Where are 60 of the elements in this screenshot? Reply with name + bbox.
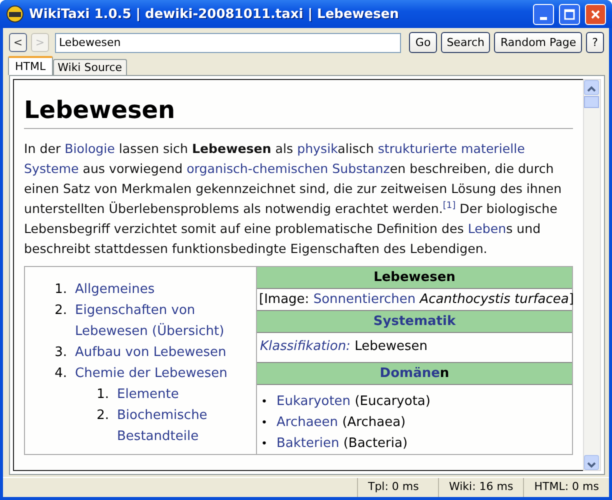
article-paragraph: In der Biologie lassen sich Lebewesen als physikalisch strukturierte materielle Systeme aus vorwiegend organisch-chemischen Substanzen beschreiben, die durch einen Satz von Merkmalen gekennzeichnet sind, die zur zeitweisen Lösung des ihnen unterstellten Überlebensproblems als notwendig erachtet werden.$^{[1]}$ Der biologische Lebensbegriff verzichtet somit auf eine problematische Definition des Lebens und beschreibt stattdessen funktionsbedingte Eigenschaften des Lebendigen.	[24, 140, 563, 258]
list-item: Eukaryoten (Eucaryota)	[276, 393, 430, 411]
toc-link[interactable]: Chemie der Lebewesen	[75, 363, 228, 384]
toc-link[interactable]: Eigenschaften von Lebewesen (Übersicht)	[75, 300, 256, 342]
bullet: •	[261, 436, 268, 452]
taxon-link[interactable]: Archaeen	[276, 415, 338, 430]
link[interactable]: Systeme	[24, 161, 79, 176]
window-title: WikiTaxi 1.0.5 | dewiki-20081011.taxi | Lebewesen	[29, 6, 400, 22]
back-button[interactable]: <	[9, 33, 27, 52]
infobox-title: Lebewesen	[257, 267, 572, 289]
link[interactable]: Substanz	[332, 161, 390, 176]
section-link[interactable]: Systematik	[373, 314, 456, 329]
app-logo-icon	[6, 5, 24, 23]
toc-number: 2.	[96, 407, 109, 425]
field-label[interactable]: Klassifikation:	[260, 339, 350, 354]
link[interactable]: Biologie	[64, 141, 115, 156]
section-title-suffix: n	[440, 366, 450, 381]
address-field[interactable]: Lebewesen	[55, 32, 402, 52]
toc-number: 4.	[54, 365, 67, 383]
link[interactable]: Leben	[468, 221, 506, 236]
list-item: Archaeen (Archaea)	[276, 414, 406, 432]
toc-link[interactable]: Biochemische Bestandteile	[117, 405, 256, 447]
section-link[interactable]: Domäne	[380, 366, 440, 381]
go-button[interactable]: Go	[409, 32, 437, 53]
status-text: HTML: 0 ms	[523, 478, 609, 497]
footnote-link[interactable]: [1]	[442, 200, 456, 211]
taxon-link[interactable]: Bakterien	[276, 436, 340, 451]
toc-number: 3.	[54, 344, 67, 362]
image-link[interactable]: Sonnentierchen	[313, 292, 416, 307]
status-text: Tpl: 0 ms	[356, 478, 438, 497]
toc-number: 1.	[54, 281, 67, 299]
toc-link[interactable]: Elemente	[117, 384, 179, 405]
link[interactable]: materielle	[461, 141, 525, 156]
tab[interactable]: HTML	[8, 56, 53, 75]
close-icon	[590, 8, 601, 20]
field-value: Lebewesen	[354, 339, 428, 354]
link[interactable]: organisch-chemischen	[186, 161, 328, 176]
toc-link[interactable]: Allgemeines	[75, 279, 155, 300]
list-item: Bakterien (Bacteria)	[276, 435, 408, 453]
tab[interactable]: Wiki Source	[52, 59, 128, 75]
maximize-icon	[564, 8, 575, 20]
search-button[interactable]: Search	[440, 32, 490, 53]
taxon-link[interactable]: Eukaryoten	[276, 394, 351, 409]
link[interactable]: physik	[297, 141, 338, 156]
toc-link[interactable]: Aufbau von Lebewesen	[75, 342, 226, 363]
scrollbar[interactable]	[583, 79, 601, 471]
help-button[interactable]: ?	[586, 32, 604, 53]
article-heading: Lebewesen	[24, 96, 573, 129]
toc-number: 1.	[96, 386, 109, 404]
toc-number: 2.	[54, 302, 67, 320]
bullet: •	[261, 415, 268, 431]
maximize-button[interactable]	[559, 4, 580, 24]
status-text: Wiki: 16 ms	[438, 478, 524, 497]
minimize-icon	[540, 16, 547, 20]
minimize-button[interactable]	[533, 4, 554, 24]
link[interactable]: strukturierte	[378, 141, 457, 156]
scrollbar-thumb[interactable]	[584, 96, 599, 108]
bullet: •	[261, 394, 268, 410]
random-page-button[interactable]: Random Page	[494, 32, 582, 53]
close-button[interactable]	[585, 4, 606, 24]
